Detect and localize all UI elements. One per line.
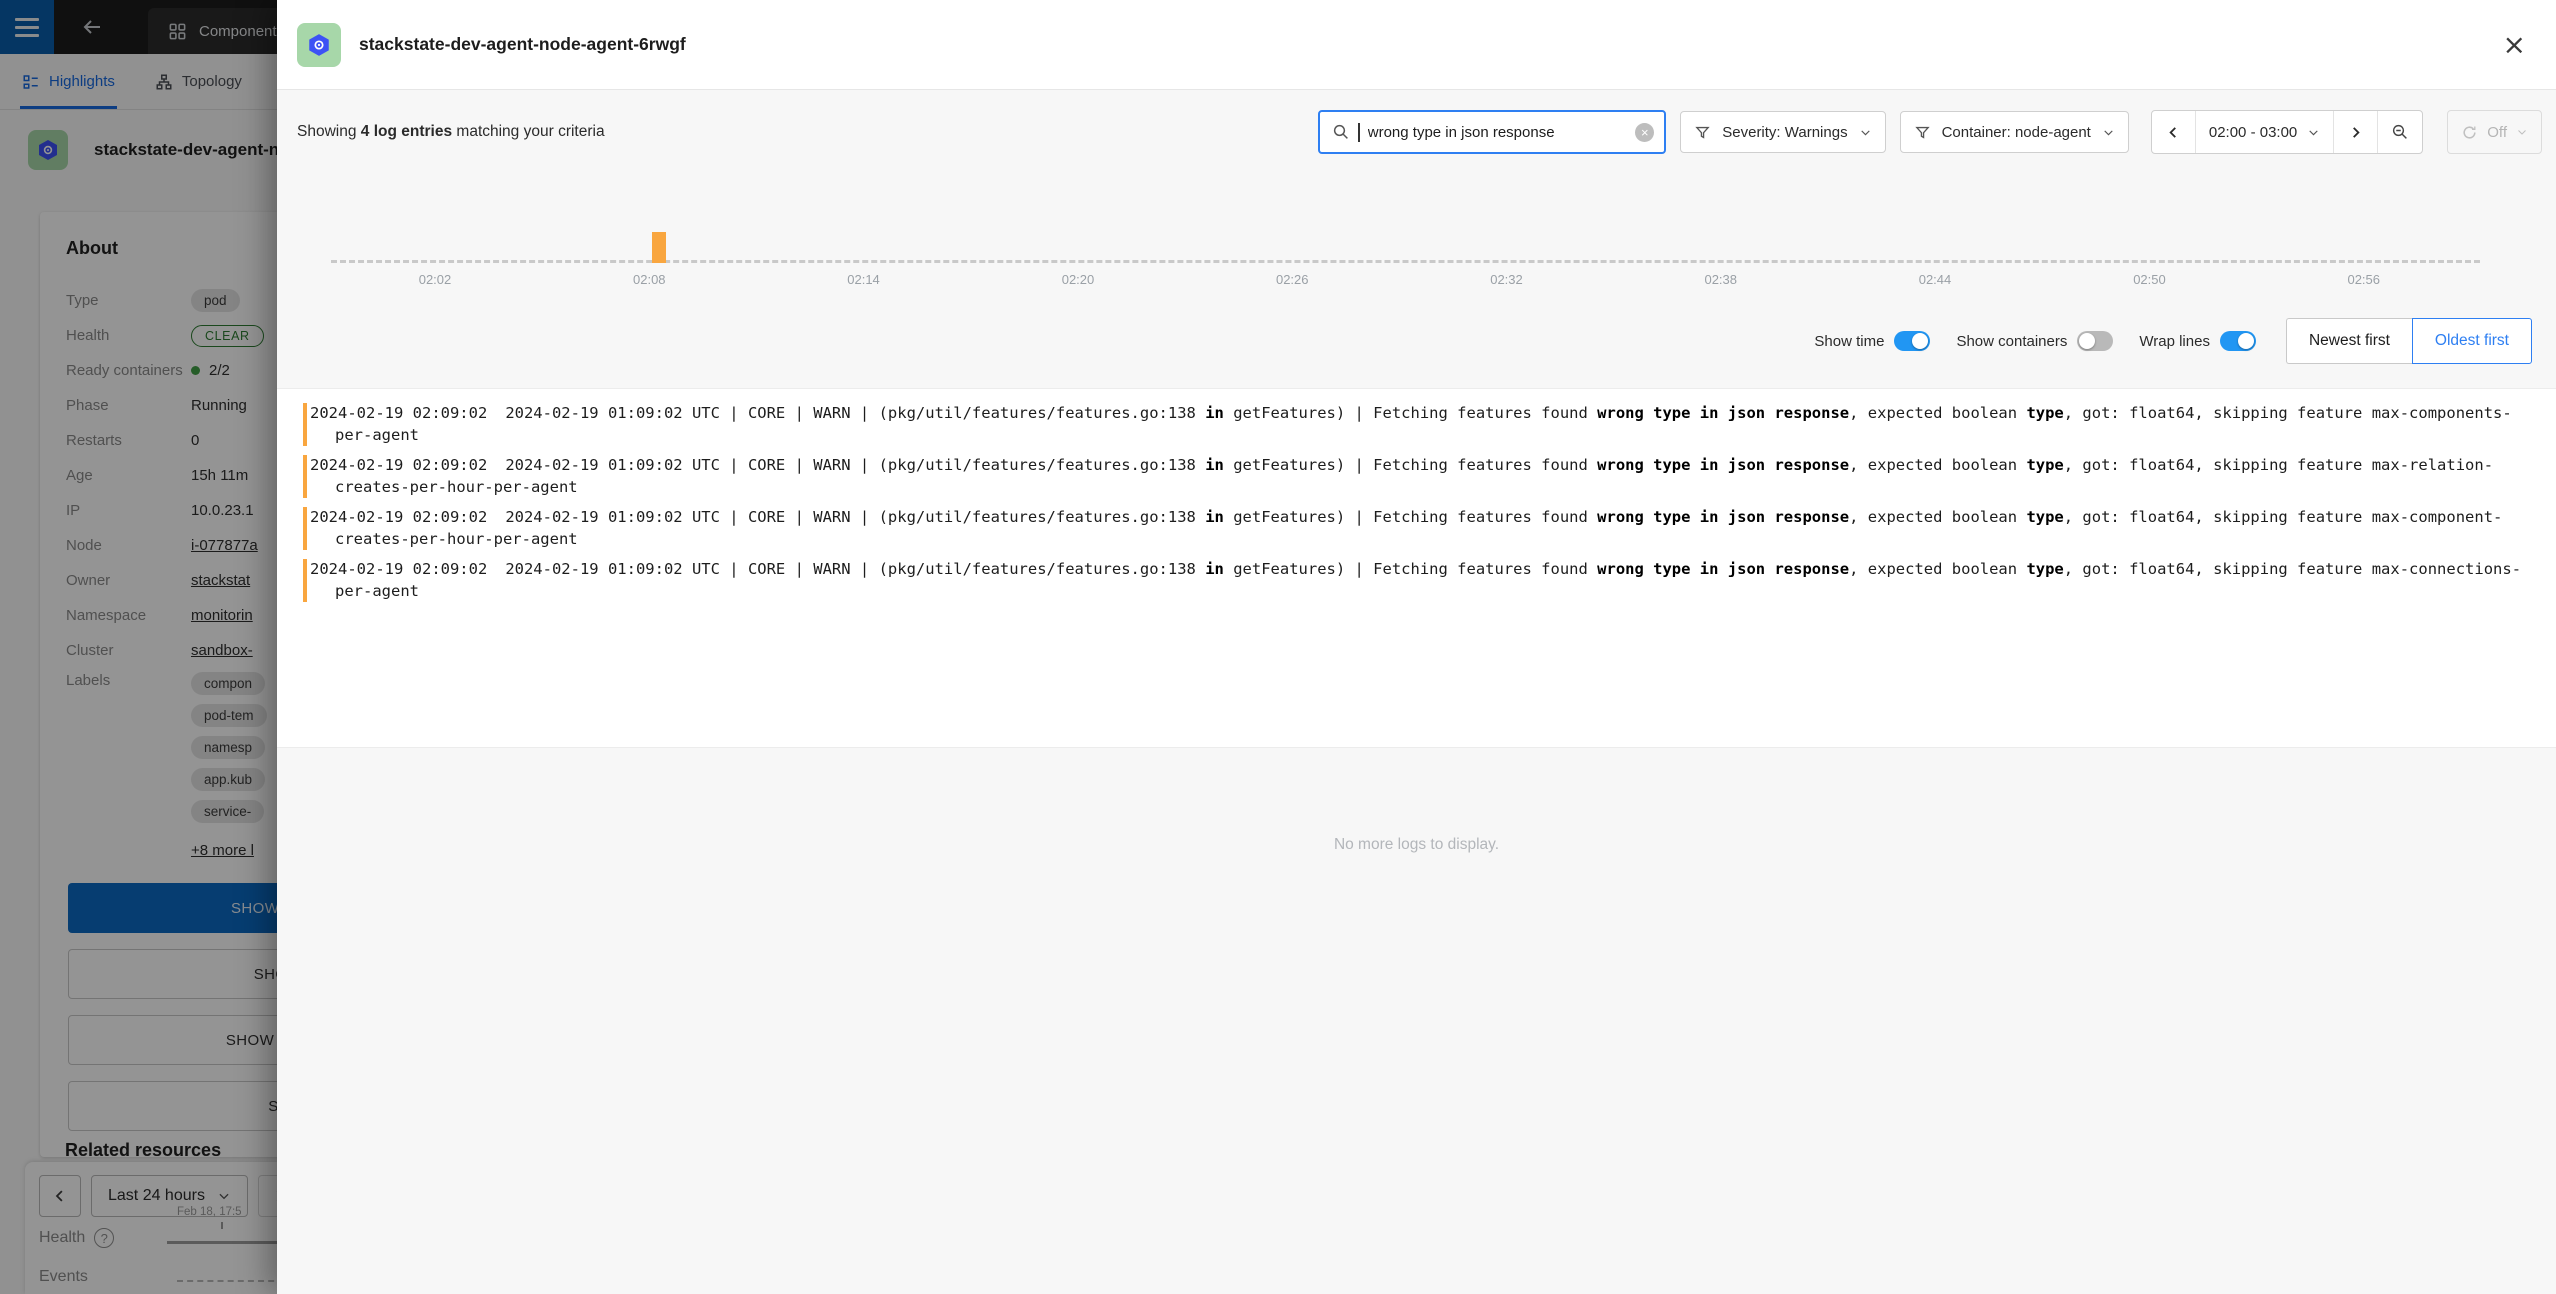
text-caret xyxy=(1358,123,1360,142)
show-time-toggle[interactable] xyxy=(1894,331,1930,351)
log-count-bar[interactable] xyxy=(652,232,666,263)
modal-header: stackstate-dev-agent-node-agent-6rwgf × xyxy=(277,0,2556,90)
timeline-tick: 02:56 xyxy=(2347,272,2380,287)
log-entry: 2024-02-19 02:09:022024-02-19 01:09:02 U… xyxy=(303,507,2536,550)
log-message: 2024-02-19 01:09:02 UTC | CORE | WARN | … xyxy=(335,508,2502,548)
time-window-select[interactable]: 02:00 - 03:00 xyxy=(2196,111,2334,153)
log-entry: 2024-02-19 02:09:022024-02-19 01:09:02 U… xyxy=(303,403,2536,446)
log-timestamp: 2024-02-19 02:09:02 xyxy=(310,508,487,526)
time-window-value: 02:00 - 03:00 xyxy=(2209,124,2297,141)
log-histogram-timeline: 02:02 02:08 02:14 02:20 02:26 02:32 02:3… xyxy=(331,216,2480,300)
timeline-tick: 02:08 xyxy=(633,272,666,287)
log-toolbar: Showing 4 log entries matching your crit… xyxy=(277,110,2556,154)
next-hour-button[interactable] xyxy=(2334,111,2378,153)
chevron-right-icon xyxy=(2347,124,2364,141)
show-containers-label: Show containers xyxy=(1956,333,2067,350)
newest-first-button[interactable]: Newest first xyxy=(2286,318,2412,364)
timeline-tick: 02:14 xyxy=(847,272,880,287)
log-list: 2024-02-19 02:09:022024-02-19 01:09:02 U… xyxy=(277,388,2556,748)
auto-refresh-value: Off xyxy=(2487,124,2507,141)
chevron-down-icon xyxy=(2307,126,2320,139)
modal-title: stackstate-dev-agent-node-agent-6rwgf xyxy=(359,34,2485,55)
screen: Components Highlights Topology xyxy=(0,0,2556,1294)
results-summary: Showing 4 log entries matching your crit… xyxy=(297,123,605,141)
chevron-down-icon xyxy=(2102,126,2115,139)
zoom-out-icon xyxy=(2391,123,2409,141)
sort-order-buttons: Newest first Oldest first xyxy=(2286,318,2532,364)
auto-refresh-control[interactable]: Off xyxy=(2447,110,2542,154)
filter-icon xyxy=(1694,124,1711,141)
timeline-tick: 02:32 xyxy=(1490,272,1523,287)
container-filter-label: Container: node-agent xyxy=(1942,124,2091,141)
wrap-lines-toggle[interactable] xyxy=(2220,331,2256,351)
log-timestamp: 2024-02-19 02:09:02 xyxy=(310,560,487,578)
log-message: 2024-02-19 01:09:02 UTC | CORE | WARN | … xyxy=(335,456,2493,496)
timeline-tick: 02:44 xyxy=(1919,272,1952,287)
log-entry: 2024-02-19 02:09:022024-02-19 01:09:02 U… xyxy=(303,559,2536,602)
timeline-tick: 02:26 xyxy=(1276,272,1309,287)
zoom-out-button[interactable] xyxy=(2378,111,2422,153)
log-entry: 2024-02-19 02:09:022024-02-19 01:09:02 U… xyxy=(303,455,2536,498)
clear-search-icon[interactable]: × xyxy=(1635,123,1654,142)
severity-filter-dropdown[interactable]: Severity: Warnings xyxy=(1680,111,1885,153)
no-more-logs-message: No more logs to display. xyxy=(277,836,2556,854)
refresh-icon xyxy=(2461,124,2478,141)
log-message: 2024-02-19 01:09:02 UTC | CORE | WARN | … xyxy=(335,404,2512,444)
log-display-controls: Show time Show containers Wrap lines New… xyxy=(277,318,2556,364)
pod-logs-modal: stackstate-dev-agent-node-agent-6rwgf × … xyxy=(277,0,2556,1294)
search-icon xyxy=(1332,123,1350,141)
oldest-first-button[interactable]: Oldest first xyxy=(2412,318,2532,364)
log-search-input[interactable]: wrong type in json response × xyxy=(1318,110,1666,154)
severity-filter-label: Severity: Warnings xyxy=(1722,124,1847,141)
chevron-down-icon xyxy=(1859,126,1872,139)
pod-icon xyxy=(297,23,341,67)
timeline-tick: 02:20 xyxy=(1062,272,1095,287)
show-time-label: Show time xyxy=(1814,333,1884,350)
container-filter-dropdown[interactable]: Container: node-agent xyxy=(1900,111,2129,153)
log-timestamp: 2024-02-19 02:09:02 xyxy=(310,456,487,474)
wrap-lines-label: Wrap lines xyxy=(2139,333,2210,350)
filter-icon xyxy=(1914,124,1931,141)
show-containers-control: Show containers xyxy=(1956,331,2113,351)
close-icon[interactable]: × xyxy=(2503,31,2526,59)
time-window-navigator: 02:00 - 03:00 xyxy=(2151,110,2423,154)
timeline-tick: 02:38 xyxy=(1704,272,1737,287)
log-message: 2024-02-19 01:09:02 UTC | CORE | WARN | … xyxy=(335,560,2521,600)
show-time-control: Show time xyxy=(1814,331,1930,351)
misspelled-word: json xyxy=(1461,124,1489,141)
show-containers-toggle[interactable] xyxy=(2077,331,2113,351)
timeline-tick: 02:02 xyxy=(419,272,452,287)
search-value: wrong type in json response xyxy=(1368,124,1628,141)
previous-hour-button[interactable] xyxy=(2152,111,2196,153)
wrap-lines-control: Wrap lines xyxy=(2139,331,2256,351)
chevron-down-icon xyxy=(2516,126,2528,138)
chevron-left-icon xyxy=(2165,124,2182,141)
log-timestamp: 2024-02-19 02:09:02 xyxy=(310,404,487,422)
timeline-tick: 02:50 xyxy=(2133,272,2166,287)
